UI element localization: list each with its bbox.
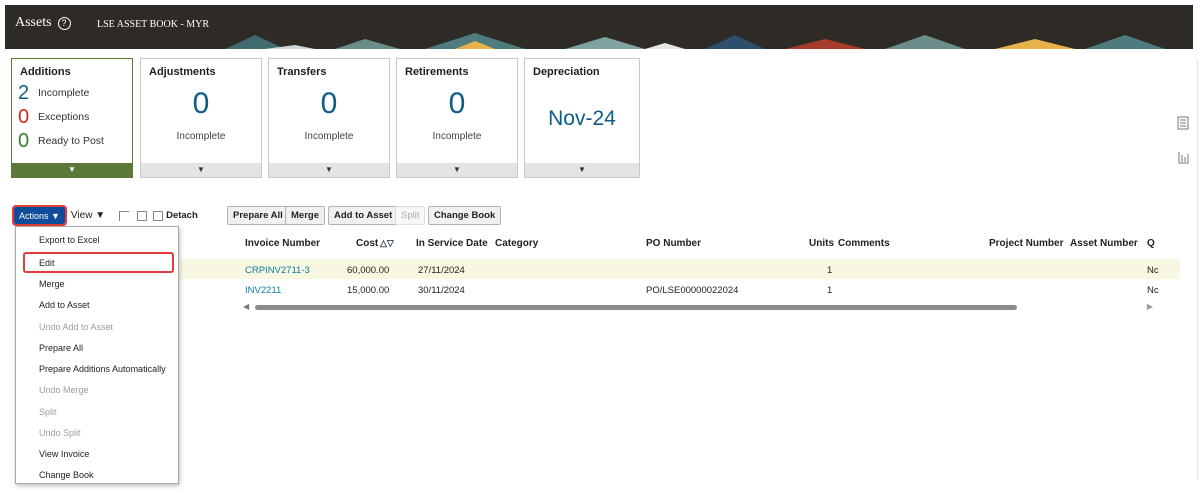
actions-dropdown-menu: Export to Excel Edit Merge Add to Asset … [15, 226, 179, 484]
book-name: LSE ASSET BOOK - MYR [97, 19, 210, 30]
card-adjustments[interactable]: Adjustments 0 Incomplete ▼ [140, 58, 262, 178]
date-cell: 30/11/2024 [418, 285, 465, 296]
wrap-icon[interactable] [137, 210, 148, 221]
col-q[interactable]: Q [1147, 238, 1155, 249]
freeze-icon[interactable] [119, 210, 130, 221]
additions-incomplete[interactable]: 2 Incomplete [18, 83, 89, 103]
card-title: Adjustments [149, 66, 216, 78]
col-po-number[interactable]: PO Number [646, 238, 701, 249]
page-header: Assets ? LSE ASSET BOOK - MYR [5, 5, 1193, 49]
card-title: Retirements [405, 66, 469, 78]
sort-icon[interactable]: △▽ [380, 238, 394, 249]
additions-ready[interactable]: 0 Ready to Post [18, 131, 104, 151]
divider [1197, 60, 1198, 480]
chart-view-icon[interactable] [1177, 150, 1189, 164]
col-asset-number[interactable]: Asset Number [1070, 238, 1138, 249]
chevron-down-icon[interactable]: ▼ [141, 163, 261, 177]
menu-item-undo-merge[interactable]: Undo Merge [39, 385, 89, 395]
page-title: Assets ? [15, 15, 71, 31]
scroll-right-icon[interactable]: ▶ [1147, 302, 1153, 311]
col-category[interactable]: Category [495, 238, 538, 249]
transfers-label: Incomplete [304, 131, 354, 142]
adjustments-label: Incomplete [176, 131, 226, 142]
menu-item-change-book[interactable]: Change Book [39, 470, 94, 480]
cost-cell: 15,000.00 [347, 285, 390, 296]
retirements-count: 0 [448, 87, 466, 120]
menu-item-add-to-asset[interactable]: Add to Asset [39, 300, 90, 310]
menu-item-undo-split[interactable]: Undo Split [39, 428, 81, 438]
horizontal-scrollbar[interactable]: ◀ ▶ [243, 302, 1153, 311]
menu-item-undo-add-to-asset[interactable]: Undo Add to Asset [39, 322, 113, 332]
chevron-down-icon[interactable]: ▼ [269, 163, 389, 177]
additions-incomplete-label: Incomplete [38, 87, 90, 99]
chevron-down-icon[interactable]: ▼ [397, 163, 517, 177]
transfers-count: 0 [320, 87, 338, 120]
invoice-link[interactable]: INV2211 [245, 285, 281, 296]
col-invoice-number[interactable]: Invoice Number [245, 238, 320, 249]
scrollbar-thumb[interactable] [255, 305, 1017, 310]
retirements-label: Incomplete [432, 131, 482, 142]
po-cell: PO/LSE00000022024 [646, 285, 739, 296]
menu-item-view-invoice[interactable]: View Invoice [39, 449, 89, 459]
scroll-left-icon[interactable]: ◀ [243, 302, 249, 311]
card-depreciation[interactable]: Depreciation Nov-24 ▼ [524, 58, 640, 178]
menu-item-split[interactable]: Split [39, 407, 57, 417]
col-project-number[interactable]: Project Number [989, 238, 1063, 249]
detach-button[interactable]: Detach [166, 210, 198, 221]
detach-icon[interactable] [153, 210, 164, 221]
additions-ready-count: 0 [18, 130, 30, 152]
help-icon[interactable]: ? [57, 16, 71, 30]
col-cost[interactable]: Cost [356, 238, 378, 249]
selected-row-highlight [180, 259, 1180, 279]
card-title: Additions [20, 66, 71, 78]
list-view-icon[interactable] [1177, 116, 1189, 130]
date-cell: 27/11/2024 [418, 265, 465, 276]
additions-exceptions-count: 0 [18, 106, 30, 128]
actions-menu-button[interactable]: Actions ▼ [12, 205, 67, 226]
q-cell: Nc [1147, 285, 1159, 296]
card-title: Depreciation [533, 66, 600, 78]
depreciation-period: Nov-24 [548, 107, 616, 130]
q-cell: Nc [1147, 265, 1159, 276]
additions-exceptions[interactable]: 0 Exceptions [18, 107, 89, 127]
toolbar: Actions ▼ View ▼ Detach [12, 205, 198, 226]
title-text: Assets [15, 15, 52, 30]
col-units[interactable]: Units [809, 238, 834, 249]
additions-ready-label: Ready to Post [38, 135, 104, 147]
additions-incomplete-count: 2 [18, 82, 30, 104]
change-book-button[interactable]: Change Book [428, 206, 502, 225]
view-menu[interactable]: View ▼ [71, 210, 105, 221]
chevron-down-icon[interactable]: ▼ [12, 163, 132, 177]
col-in-service-date[interactable]: In Service Date [416, 238, 488, 249]
cost-cell: 60,000.00 [347, 265, 390, 276]
merge-button[interactable]: Merge [285, 206, 325, 225]
chevron-down-icon[interactable]: ▼ [525, 163, 639, 177]
split-button[interactable]: Split [395, 206, 426, 225]
menu-item-prepare-all[interactable]: Prepare All [39, 343, 83, 353]
card-transfers[interactable]: Transfers 0 Incomplete ▼ [268, 58, 390, 178]
menu-item-merge[interactable]: Merge [39, 279, 65, 289]
units-cell: 1 [827, 285, 833, 296]
adjustments-count: 0 [192, 87, 210, 120]
add-to-asset-button[interactable]: Add to Asset [328, 206, 399, 225]
additions-exceptions-label: Exceptions [38, 111, 90, 123]
card-title: Transfers [277, 66, 327, 78]
card-retirements[interactable]: Retirements 0 Incomplete ▼ [396, 58, 518, 178]
units-cell: 1 [827, 265, 833, 276]
prepare-all-button[interactable]: Prepare All [227, 206, 289, 225]
menu-item-export-to-excel[interactable]: Export to Excel [39, 235, 100, 245]
menu-item-edit[interactable]: Edit [39, 258, 55, 268]
col-comments[interactable]: Comments [838, 238, 890, 249]
card-additions[interactable]: Additions 2 Incomplete 0 Exceptions 0 Re… [11, 58, 133, 178]
invoice-link[interactable]: CRPINV2711-3 [245, 265, 310, 276]
menu-item-prepare-additions-automatically[interactable]: Prepare Additions Automatically [39, 364, 166, 374]
